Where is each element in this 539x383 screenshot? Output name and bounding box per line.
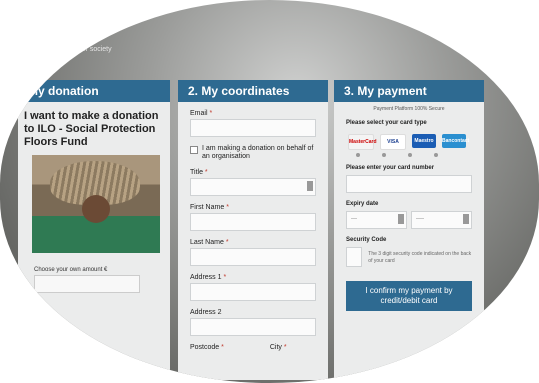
card-type-list: MasterCard VISA Maestro Bancontact: [348, 134, 484, 150]
card-radio-group: [356, 153, 484, 157]
title-select[interactable]: [190, 178, 316, 196]
address1-field[interactable]: [190, 283, 316, 301]
expiry-month-select[interactable]: ---: [346, 211, 407, 229]
amount-input[interactable]: [34, 275, 140, 293]
expiry-label: Expiry date: [346, 201, 379, 207]
donation-title: I want to make a donation to ILO - Socia…: [24, 110, 159, 148]
security-code-hint: The 3 digit security code indicated on t…: [368, 251, 472, 264]
select-arrow-icon: [307, 181, 313, 191]
card-type-label: Please select your card type: [346, 120, 427, 126]
payment-panel: 3. My payment Payment Platform 100% Secu…: [334, 80, 484, 380]
background-image: better society My donation I want to mak…: [0, 0, 539, 383]
card-number-field[interactable]: [346, 175, 472, 193]
expiry-year-select[interactable]: ----: [411, 211, 472, 229]
first-name-field[interactable]: [190, 213, 316, 231]
amount-label: Choose your own amount €: [34, 267, 108, 273]
organisation-checkbox-label: I am making a donation on behalf of an o…: [202, 145, 314, 160]
visa-logo[interactable]: VISA: [380, 134, 406, 150]
background-caption: better society: [70, 46, 112, 53]
city-label: City *: [269, 344, 287, 351]
select-arrow-icon: [398, 214, 404, 224]
radio-mastercard[interactable]: [356, 153, 360, 157]
address2-label: Address 2: [190, 309, 222, 316]
last-name-field[interactable]: [190, 248, 316, 266]
radio-maestro[interactable]: [408, 153, 412, 157]
coordinates-panel-header: 2. My coordinates: [178, 80, 328, 102]
payment-platform-text: Payment Platform 100% Secure: [373, 106, 445, 112]
radio-bancontact[interactable]: [434, 153, 438, 157]
address2-field[interactable]: [190, 318, 316, 336]
card-number-label: Please enter your card number: [346, 165, 435, 171]
security-code-row: The 3 digit security code indicated on t…: [346, 247, 472, 267]
radio-visa[interactable]: [382, 153, 386, 157]
organisation-checkbox-row[interactable]: I am making a donation on behalf of an o…: [190, 145, 316, 161]
donation-panel: My donation I want to make a donation to…: [18, 80, 170, 380]
last-name-label: Last Name *: [190, 239, 229, 246]
postcode-city-labels: Postcode * City *: [190, 344, 316, 351]
donation-panel-header: My donation: [18, 80, 170, 102]
security-code-field[interactable]: [346, 247, 363, 267]
maestro-logo[interactable]: Maestro: [412, 134, 436, 148]
organisation-checkbox[interactable]: [190, 146, 198, 154]
email-field[interactable]: [190, 119, 316, 137]
expiry-selects: --- ----: [346, 211, 472, 229]
email-label: Email *: [190, 110, 213, 117]
donation-photo: [32, 155, 160, 253]
payment-panel-header: 3. My payment: [334, 80, 484, 102]
first-name-label: First Name *: [190, 204, 229, 211]
select-arrow-icon: [463, 214, 469, 224]
coordinates-panel: 2. My coordinates Email * I am making a …: [178, 80, 328, 380]
confirm-payment-button[interactable]: I confirm my payment by credit/debit car…: [346, 281, 472, 311]
address1-label: Address 1 *: [190, 274, 227, 281]
photo-face-shape: [82, 195, 110, 223]
postcode-label: Postcode *: [190, 344, 224, 351]
mastercard-logo[interactable]: MasterCard: [348, 134, 377, 150]
security-code-label: Security Code: [346, 237, 387, 243]
bancontact-logo[interactable]: Bancontact: [442, 134, 469, 148]
title-label: Title *: [190, 169, 208, 176]
